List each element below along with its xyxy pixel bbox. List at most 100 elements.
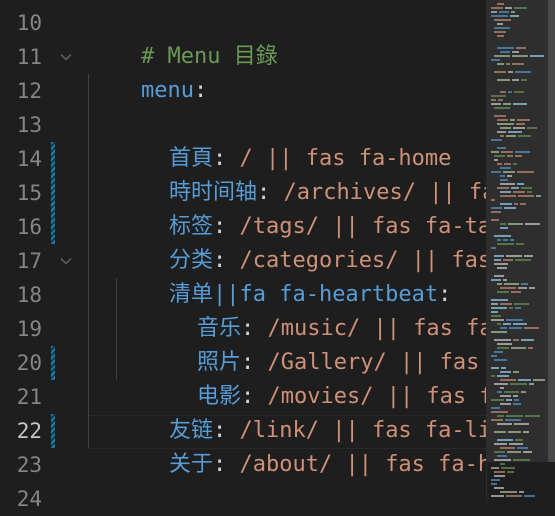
- minimap-code-line: [491, 219, 499, 221]
- fold-chevron-down-icon[interactable]: [58, 40, 74, 74]
- minimap-code-line: [500, 447, 515, 449]
- minimap-code-line: [497, 239, 501, 241]
- minimap-code-line: [497, 347, 509, 349]
- line-number: 17: [16, 249, 42, 273]
- minimap-code-line: [517, 171, 534, 173]
- minimap-code-line: [525, 223, 540, 225]
- minimap-code-line: [491, 11, 497, 13]
- modified-lines-indicator[interactable]: [51, 346, 55, 380]
- minimap-code-line: [494, 263, 508, 265]
- minimap-code-line: [511, 291, 521, 293]
- minimap-code-line: [514, 203, 518, 205]
- minimap[interactable]: [486, 0, 555, 502]
- minimap-code-line: [518, 287, 527, 289]
- minimap-code-line: [497, 79, 510, 81]
- minimap-code-line: [514, 91, 524, 93]
- minimap-code-line: [507, 451, 521, 453]
- minimap-code-line: [507, 155, 513, 157]
- minimap-code-line: [508, 131, 522, 133]
- minimap-code-line: [521, 391, 526, 393]
- minimap-code-line: [500, 179, 508, 181]
- minimap-code-line: [508, 223, 523, 225]
- minimap-code-line: [500, 191, 511, 193]
- colon-token: :: [213, 452, 227, 477]
- line-number: 24: [16, 487, 42, 511]
- minimap-code-line: [506, 415, 523, 417]
- minimap-code-line: [497, 415, 504, 417]
- minimap-code-line: [497, 131, 506, 133]
- minimap-code-line: [508, 71, 513, 73]
- minimap-code-line: [517, 447, 528, 449]
- value-token: /about/ || fas fa-heart: [239, 452, 487, 477]
- minimap-code-line: [515, 71, 531, 73]
- vertical-scrollbar-thumb[interactable]: [548, 0, 555, 462]
- minimap-code-line: [494, 71, 506, 73]
- minimap-code-line: [500, 403, 511, 405]
- minimap-code-line: [516, 243, 524, 245]
- minimap-code-line: [510, 239, 514, 241]
- minimap-code-line: [497, 267, 507, 269]
- code-line-21: 友链: /link/ || fas fa-link: [116, 380, 487, 443]
- minimap-code-line: [516, 47, 526, 49]
- minimap-code-line: [523, 431, 529, 433]
- minimap-code-line: [497, 283, 502, 285]
- minimap-code-line: [500, 287, 516, 289]
- modified-lines-indicator[interactable]: [51, 142, 55, 244]
- minimap-code-line: [521, 79, 527, 81]
- minimap-code-line: [500, 203, 512, 205]
- minimap-code-line: [504, 207, 516, 209]
- minimap-code-line: [494, 443, 507, 445]
- minimap-code-line: [513, 323, 527, 325]
- minimap-code-line: [491, 495, 504, 497]
- minimap-code-line: [524, 495, 535, 497]
- minimap-code-line: [497, 163, 502, 165]
- minimap-code-line: [491, 367, 499, 369]
- minimap-code-line: [516, 123, 525, 125]
- minimap-code-line: [491, 411, 508, 413]
- minimap-code-line: [529, 383, 534, 385]
- minimap-code-line: [513, 403, 521, 405]
- minimap-code-line: [494, 19, 511, 21]
- minimap-code-line: [500, 303, 512, 305]
- minimap-code-line: [528, 347, 533, 349]
- minimap-code-line: [491, 479, 500, 481]
- minimap-code-line: [520, 203, 526, 205]
- minimap-code-line: [525, 415, 540, 417]
- fold-chevron-down-icon[interactable]: [58, 244, 74, 278]
- minimap-code-line: [497, 3, 504, 5]
- minimap-code-line: [497, 119, 508, 121]
- minimap-code-line: [515, 307, 521, 309]
- minimap-code-line: [503, 171, 515, 173]
- modified-lines-indicator[interactable]: [51, 414, 55, 448]
- minimap-code-line: [497, 123, 514, 125]
- code-line-10: # Menu 目錄: [88, 6, 278, 69]
- minimap-code-line: [494, 115, 506, 117]
- line-number: 11: [16, 45, 42, 69]
- minimap-code-line: [497, 375, 509, 377]
- colon-token: :: [193, 78, 208, 103]
- minimap-code-line: [494, 339, 511, 341]
- minimap-code-line: [509, 327, 522, 329]
- minimap-code-line: [497, 455, 507, 457]
- minimap-code-line: [518, 379, 531, 381]
- minimap-code-line: [504, 283, 519, 285]
- minimap-code-line: [500, 223, 506, 225]
- minimap-code-line: [518, 195, 534, 197]
- code-editor[interactable]: # Menu 目錄 menu: 首頁: / || fas fa-home 時时间…: [88, 0, 487, 502]
- minimap-code-line: [517, 119, 530, 121]
- minimap-code-line: [491, 139, 502, 141]
- minimap-code-line: [503, 259, 513, 261]
- active-line-number: 22: [16, 419, 42, 443]
- minimap-code-line: [494, 259, 501, 261]
- minimap-code-line: [503, 323, 511, 325]
- minimap-code-line: [497, 47, 514, 49]
- code-line-11: menu:: [88, 40, 207, 103]
- minimap-code-line: [514, 399, 519, 401]
- minimap-code-line: [506, 63, 510, 65]
- line-number: 14: [16, 147, 42, 171]
- line-number: 23: [16, 453, 42, 477]
- minimap-code-line: [511, 347, 526, 349]
- minimap-code-line: [506, 135, 516, 137]
- minimap-code-line: [536, 195, 541, 197]
- minimap-code-line: [503, 279, 507, 281]
